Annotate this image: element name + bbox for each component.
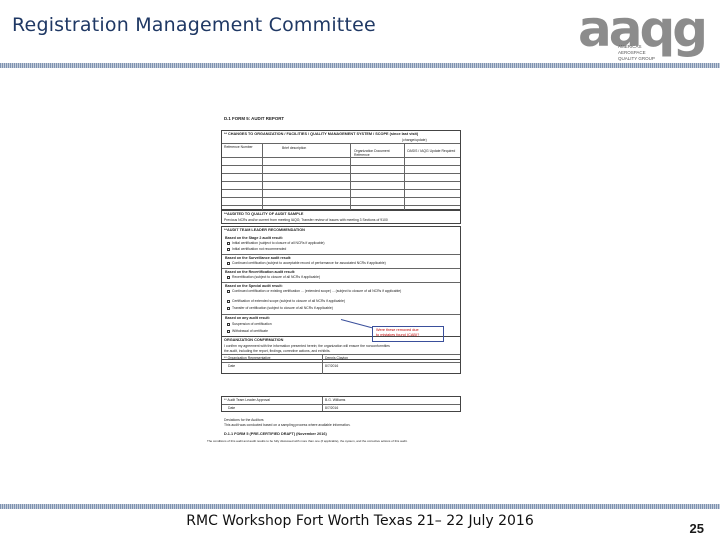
page-title: Registration Management Committee — [12, 14, 376, 36]
any-check-2 — [227, 330, 230, 333]
col-reference: Reference Number — [224, 145, 253, 149]
stage2-check-1 — [227, 242, 230, 245]
sample-section: **AUDITED TO QUALITY OF AUDIT SAMPLE Pre… — [221, 210, 461, 224]
any-item-2: Withdrawal of certificate — [232, 329, 268, 333]
surv-check-1 — [227, 262, 230, 265]
recert-check-1 — [227, 276, 230, 279]
atl-date-value: 8/7/2016 — [325, 406, 339, 410]
footer-divider — [0, 504, 720, 509]
atl-date-label: Date — [228, 406, 236, 410]
special-item-1: Continued certification or existing cert… — [232, 289, 402, 293]
recert-item-1: Recertification (subject to closure of a… — [232, 275, 321, 279]
changes-status: (change/update) — [402, 138, 427, 142]
org-confirmation-text-2: the audit, including the report, finding… — [224, 349, 331, 353]
surv-item-1: Continued certification (subject to acce… — [232, 261, 386, 265]
surv-label: Based on the Surveillance audit result: — [225, 256, 292, 260]
any-item-1: Suspension of certification — [232, 322, 272, 326]
any-check-1 — [227, 323, 230, 326]
stage2-label: Based on the Stage 2 audit result: — [225, 236, 283, 240]
special-item-2: Certification of extended scope (subject… — [232, 299, 346, 303]
footer-text: RMC Workshop Fort Worth Texas 21– 22 Jul… — [186, 513, 534, 529]
closing-line-2: This audit was conducted based on a samp… — [224, 423, 351, 427]
special-check-1 — [227, 290, 230, 293]
reviewer-callout: Were these removed due to mistakes found… — [372, 326, 444, 342]
closing-note: The conditions of this audit and audit r… — [207, 439, 408, 443]
closing-form-ref: D.1.1 FORM 5 (PRE-CERTIFIED DRAFT) (Nove… — [224, 432, 327, 436]
special-item-3: Transfer of certification (subject to cl… — [232, 306, 333, 310]
atl-label: ** Audit Team Leader Approval — [224, 398, 270, 402]
stage2-item-1: Initial certification (subject to closur… — [232, 241, 325, 245]
special-label: Based on the Special audit result: — [225, 284, 283, 288]
atl-approval-section: ** Audit Team Leader Approval B.G. Willi… — [221, 396, 461, 412]
stage2-item-2: Initial certification not recommended — [232, 247, 287, 251]
page-number: 25 — [689, 521, 704, 536]
header-divider — [0, 63, 720, 68]
audit-report-form: D.1 FORM 5: AUDIT REPORT ** CHANGES TO O… — [207, 116, 461, 452]
sample-heading: **AUDITED TO QUALITY OF AUDIT SAMPLE — [224, 211, 304, 216]
recommendation-heading: **AUDIT TEAM LEADER RECOMMENDATION — [224, 227, 305, 232]
col-brief: Brief description — [282, 146, 307, 150]
col-oasis: OASIS / IAQG Update Required — [407, 149, 456, 153]
org-rep-label: ** Organization Representative — [224, 356, 271, 360]
logo-subtitle: AMERICAS AEROSPACE QUALITY GROUP — [618, 44, 655, 61]
stage2-check-2 — [227, 248, 230, 251]
org-rep-value: Dennis Clayton — [325, 356, 348, 360]
closing-line-1: Deviations for the Auditors — [224, 418, 264, 422]
changes-section: ** CHANGES TO ORGANIZATION / FACILITIES … — [221, 130, 461, 210]
callout-line-2: to mistakes found (CAB)? — [376, 332, 420, 337]
sample-text: Previous NCRs and/or current from meetin… — [224, 218, 388, 222]
any-label: Based on any audit result: — [225, 316, 270, 320]
recert-label: Based on the Recertification audit resul… — [225, 270, 296, 274]
changes-heading: ** CHANGES TO ORGANIZATION / FACILITIES … — [224, 131, 419, 136]
org-date-value: 8/7/2016 — [325, 364, 339, 368]
aaqg-logo: aaqg AMERICAS AEROSPACE QUALITY GROUP — [578, 4, 708, 64]
special-check-2 — [227, 300, 230, 303]
special-check-3 — [227, 307, 230, 310]
org-date-label: Date — [228, 364, 236, 368]
form-title: D.1 FORM 5: AUDIT REPORT — [224, 116, 285, 121]
org-confirmation-text-1: I confirm my agreement with the informat… — [224, 344, 390, 348]
atl-value: B.G. Williams — [325, 398, 346, 402]
